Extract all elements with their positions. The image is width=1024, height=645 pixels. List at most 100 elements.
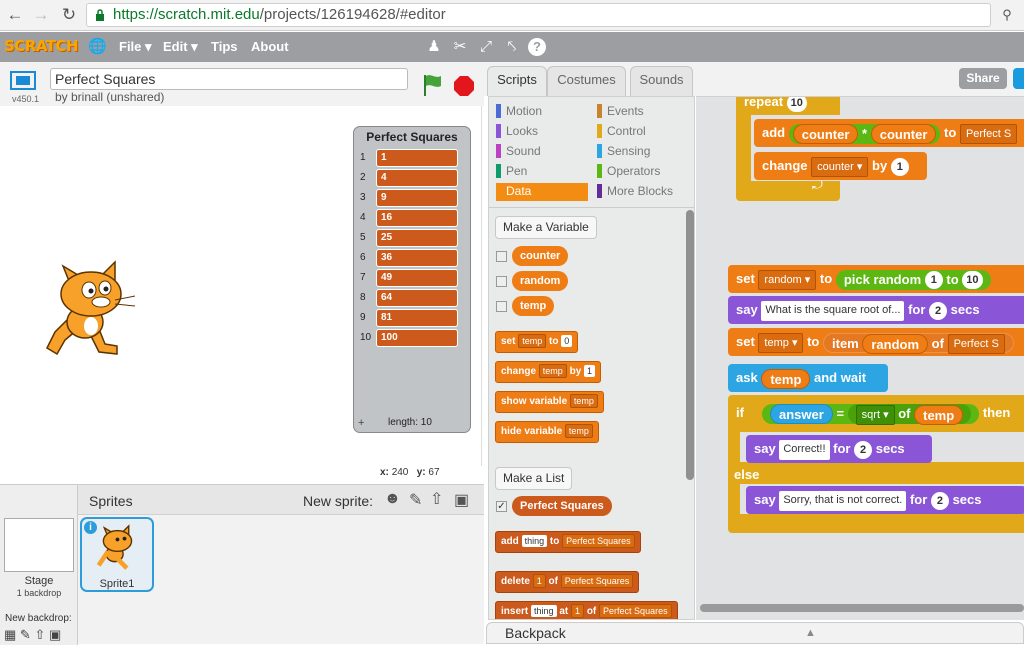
list-item[interactable]: 16	[376, 209, 458, 227]
scripts-area[interactable]: repeat 10 ⤾ add counter * counter to Per…	[696, 96, 1024, 620]
list-dropdown[interactable]: Perfect S	[959, 123, 1018, 144]
backpack-bar[interactable]: Backpack ▲	[486, 622, 1024, 644]
variable-reporter-counter[interactable]: counter	[512, 246, 569, 266]
pick-random-operator[interactable]: pick random 1 to 10	[835, 269, 991, 290]
number-input[interactable]: 1	[924, 271, 943, 290]
set-variable-block[interactable]: set temp to 0	[495, 331, 579, 353]
block-input[interactable]: 1	[584, 365, 596, 377]
camera-backdrop-icon[interactable]: ▣	[49, 627, 61, 642]
palette-scrollbar[interactable]	[686, 210, 694, 480]
text-input[interactable]: Correct!!	[779, 439, 830, 460]
category-data[interactable]: Data	[496, 183, 588, 201]
text-input[interactable]: What is the square root of...	[761, 300, 905, 321]
number-input[interactable]: 1	[890, 157, 909, 176]
make-list-button[interactable]: Make a List	[495, 467, 573, 490]
sqrt-operator[interactable]: sqrt ▾ of temp	[847, 404, 972, 425]
scratch-logo[interactable]: SCRATCH	[4, 37, 79, 55]
menu-tips[interactable]: Tips	[211, 39, 238, 54]
shrink-icon[interactable]: ⤣	[503, 38, 521, 56]
cut-icon[interactable]: ✂	[451, 38, 469, 56]
block-input[interactable]: thing	[531, 605, 557, 617]
stage[interactable]: Perfect Squares 11 24 39 4 16 5 25 6 36 7 49…	[1, 106, 482, 466]
block-input[interactable]: thing	[521, 535, 548, 547]
category-events[interactable]: Events	[597, 103, 644, 121]
fullscreen-icon[interactable]	[9, 70, 37, 92]
variable-reporter[interactable]: temp	[761, 368, 811, 389]
list-item[interactable]: 64	[376, 289, 458, 307]
say-for-secs-block[interactable]: say Correct!! for 2 secs	[746, 435, 932, 463]
variable-reporter[interactable]: counter	[870, 124, 937, 145]
backdrop-library-icon[interactable]: ▦	[4, 627, 16, 642]
ask-and-wait-block[interactable]: ask temp and wait	[728, 364, 888, 392]
list-checkbox-checked[interactable]: ✓	[496, 501, 507, 512]
grow-icon[interactable]: ⤢	[477, 38, 495, 56]
block-dropdown[interactable]: temp	[564, 424, 593, 438]
category-control[interactable]: Control	[597, 123, 646, 141]
list-item[interactable]: 9	[376, 189, 458, 207]
insert-at-list-block[interactable]: insert thing at 1 of Perfect Squares	[495, 601, 678, 619]
list-item[interactable]: 36	[376, 249, 458, 267]
menu-about[interactable]: About	[251, 39, 289, 54]
scripts-horizontal-scrollbar[interactable]	[700, 604, 1024, 612]
block-dropdown[interactable]: temp	[569, 394, 598, 408]
variable-reporter[interactable]: random	[862, 334, 929, 355]
category-sound[interactable]: Sound	[496, 143, 541, 161]
block-dropdown[interactable]: 1	[571, 604, 585, 618]
show-variable-block[interactable]: show variable temp	[495, 391, 604, 413]
upload-backdrop-icon[interactable]: ⇧	[34, 627, 45, 642]
help-icon[interactable]: ?	[528, 38, 546, 56]
variable-dropdown[interactable]: temp ▾	[758, 332, 804, 353]
category-motion[interactable]: Motion	[496, 103, 542, 121]
hide-variable-block[interactable]: hide variable temp	[495, 421, 599, 443]
list-item[interactable]: 49	[376, 269, 458, 287]
block-dropdown[interactable]: Perfect Squares	[562, 534, 635, 548]
see-project-page-button[interactable]	[1013, 68, 1024, 89]
repeat-count-input[interactable]: 10	[786, 97, 807, 112]
number-input[interactable]: 2	[854, 440, 873, 459]
tab-scripts[interactable]: Scripts	[487, 66, 547, 96]
camera-sprite-icon[interactable]: ▣	[454, 490, 469, 510]
block-dropdown[interactable]: temp	[518, 334, 547, 348]
equals-operator[interactable]: answer = sqrt ▾ of temp	[762, 403, 980, 425]
variable-checkbox[interactable]	[496, 301, 507, 312]
list-item[interactable]: 25	[376, 229, 458, 247]
scratch-cat-sprite[interactable]	[41, 256, 139, 362]
change-by-script-block[interactable]: change counter ▾ by 1	[754, 152, 927, 180]
stage-thumbnail[interactable]	[4, 518, 74, 572]
add-to-list-block[interactable]: add thing to Perfect Squares	[495, 531, 641, 553]
item-of-list-reporter[interactable]: item random of Perfect S	[823, 332, 1014, 355]
list-item[interactable]: 1	[376, 149, 458, 167]
address-bar[interactable]: https://scratch.mit.edu/projects/1261946…	[86, 3, 991, 27]
paint-sprite-icon[interactable]: ✎	[409, 490, 422, 510]
variable-checkbox[interactable]	[496, 251, 507, 262]
variable-checkbox[interactable]	[496, 276, 507, 287]
block-dropdown[interactable]: Perfect Squares	[560, 574, 634, 588]
answer-reporter[interactable]: answer	[770, 404, 833, 425]
category-sensing[interactable]: Sensing	[597, 143, 650, 161]
chevron-up-icon[interactable]: ▲	[805, 623, 816, 643]
variable-reporter[interactable]: temp	[914, 404, 964, 425]
set-to-pick-random-block[interactable]: set random ▾ to pick random 1 to 10	[728, 265, 1024, 293]
green-flag-icon[interactable]	[421, 73, 443, 97]
function-dropdown[interactable]: sqrt ▾	[855, 404, 895, 425]
list-dropdown[interactable]: Perfect S	[947, 334, 1005, 355]
variable-reporter-random[interactable]: random	[512, 271, 569, 291]
extension-icon[interactable]: ⚲	[996, 4, 1018, 26]
category-operators[interactable]: Operators	[597, 163, 660, 181]
delete-of-list-block[interactable]: delete 1 of Perfect Squares	[495, 571, 640, 593]
list-monitor[interactable]: Perfect Squares 11 24 39 4 16 5 25 6 36 7 49…	[353, 126, 471, 433]
add-to-list-script-block[interactable]: add counter * counter to Perfect S	[754, 119, 1024, 147]
list-item[interactable]: 4	[376, 169, 458, 187]
category-looks[interactable]: Looks	[496, 123, 538, 141]
variable-reporter-temp[interactable]: temp	[512, 296, 555, 316]
reload-icon[interactable]: ↻	[58, 4, 80, 26]
forward-icon[interactable]: →	[30, 4, 52, 26]
block-input[interactable]: 0	[561, 335, 573, 347]
multiply-operator[interactable]: counter * counter	[788, 123, 941, 145]
globe-icon[interactable]: 🌐	[88, 38, 107, 56]
change-variable-block[interactable]: change temp by 1	[495, 361, 602, 383]
block-dropdown[interactable]: 1	[532, 574, 546, 588]
number-input[interactable]: 10	[962, 271, 983, 290]
block-dropdown[interactable]: temp	[538, 364, 567, 378]
paint-backdrop-icon[interactable]: ✎	[20, 627, 31, 642]
